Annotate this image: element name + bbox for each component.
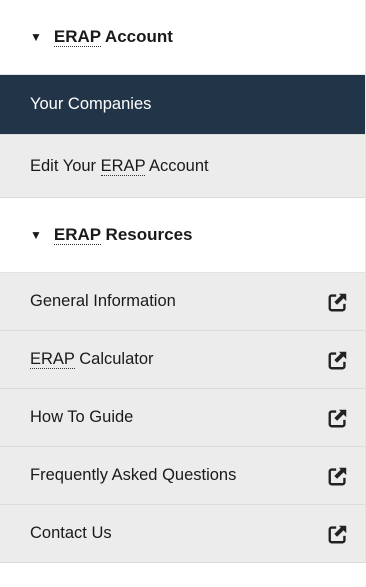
section-header-erap-resources[interactable]: ▼ ERAP Resources	[0, 198, 365, 273]
nav-item-label: Your Companies	[30, 95, 152, 113]
triangle-down-icon: ▼	[30, 228, 42, 242]
nav-item-label: Frequently Asked Questions	[30, 466, 237, 484]
nav-item-how-to-guide[interactable]: How To Guide	[0, 389, 365, 447]
sidebar-nav: ▼ ERAP Account Your Companies Edit Your …	[0, 0, 366, 563]
external-link-icon	[328, 467, 347, 485]
nav-item-label: General Information	[30, 292, 176, 310]
section-title: ERAP Resources	[53, 225, 193, 245]
erap-abbr: ERAP	[53, 27, 101, 47]
nav-item-faq[interactable]: Frequently Asked Questions	[0, 447, 365, 505]
external-link-icon	[328, 351, 347, 369]
nav-item-label: How To Guide	[30, 408, 134, 426]
section-title: ERAP Account	[53, 27, 173, 47]
nav-item-edit-account[interactable]: Edit Your ERAP Account	[0, 135, 365, 198]
nav-item-erap-calculator[interactable]: ERAP Calculator	[0, 331, 365, 389]
nav-item-contact-us[interactable]: Contact Us	[0, 505, 365, 563]
erap-abbr: ERAP	[30, 350, 75, 369]
external-link-icon	[328, 525, 347, 543]
nav-item-label: ERAP Calculator	[30, 350, 154, 369]
external-link-icon	[328, 293, 347, 311]
external-link-icon	[328, 409, 347, 427]
section-header-erap-account[interactable]: ▼ ERAP Account	[0, 0, 365, 75]
erap-abbr: ERAP	[53, 225, 101, 245]
nav-item-your-companies[interactable]: Your Companies	[0, 75, 365, 135]
nav-item-label: Edit Your ERAP Account	[30, 156, 209, 176]
triangle-down-icon: ▼	[30, 30, 42, 44]
nav-item-general-information[interactable]: General Information	[0, 273, 365, 331]
erap-abbr: ERAP	[100, 156, 146, 176]
nav-item-label: Contact Us	[30, 524, 112, 542]
